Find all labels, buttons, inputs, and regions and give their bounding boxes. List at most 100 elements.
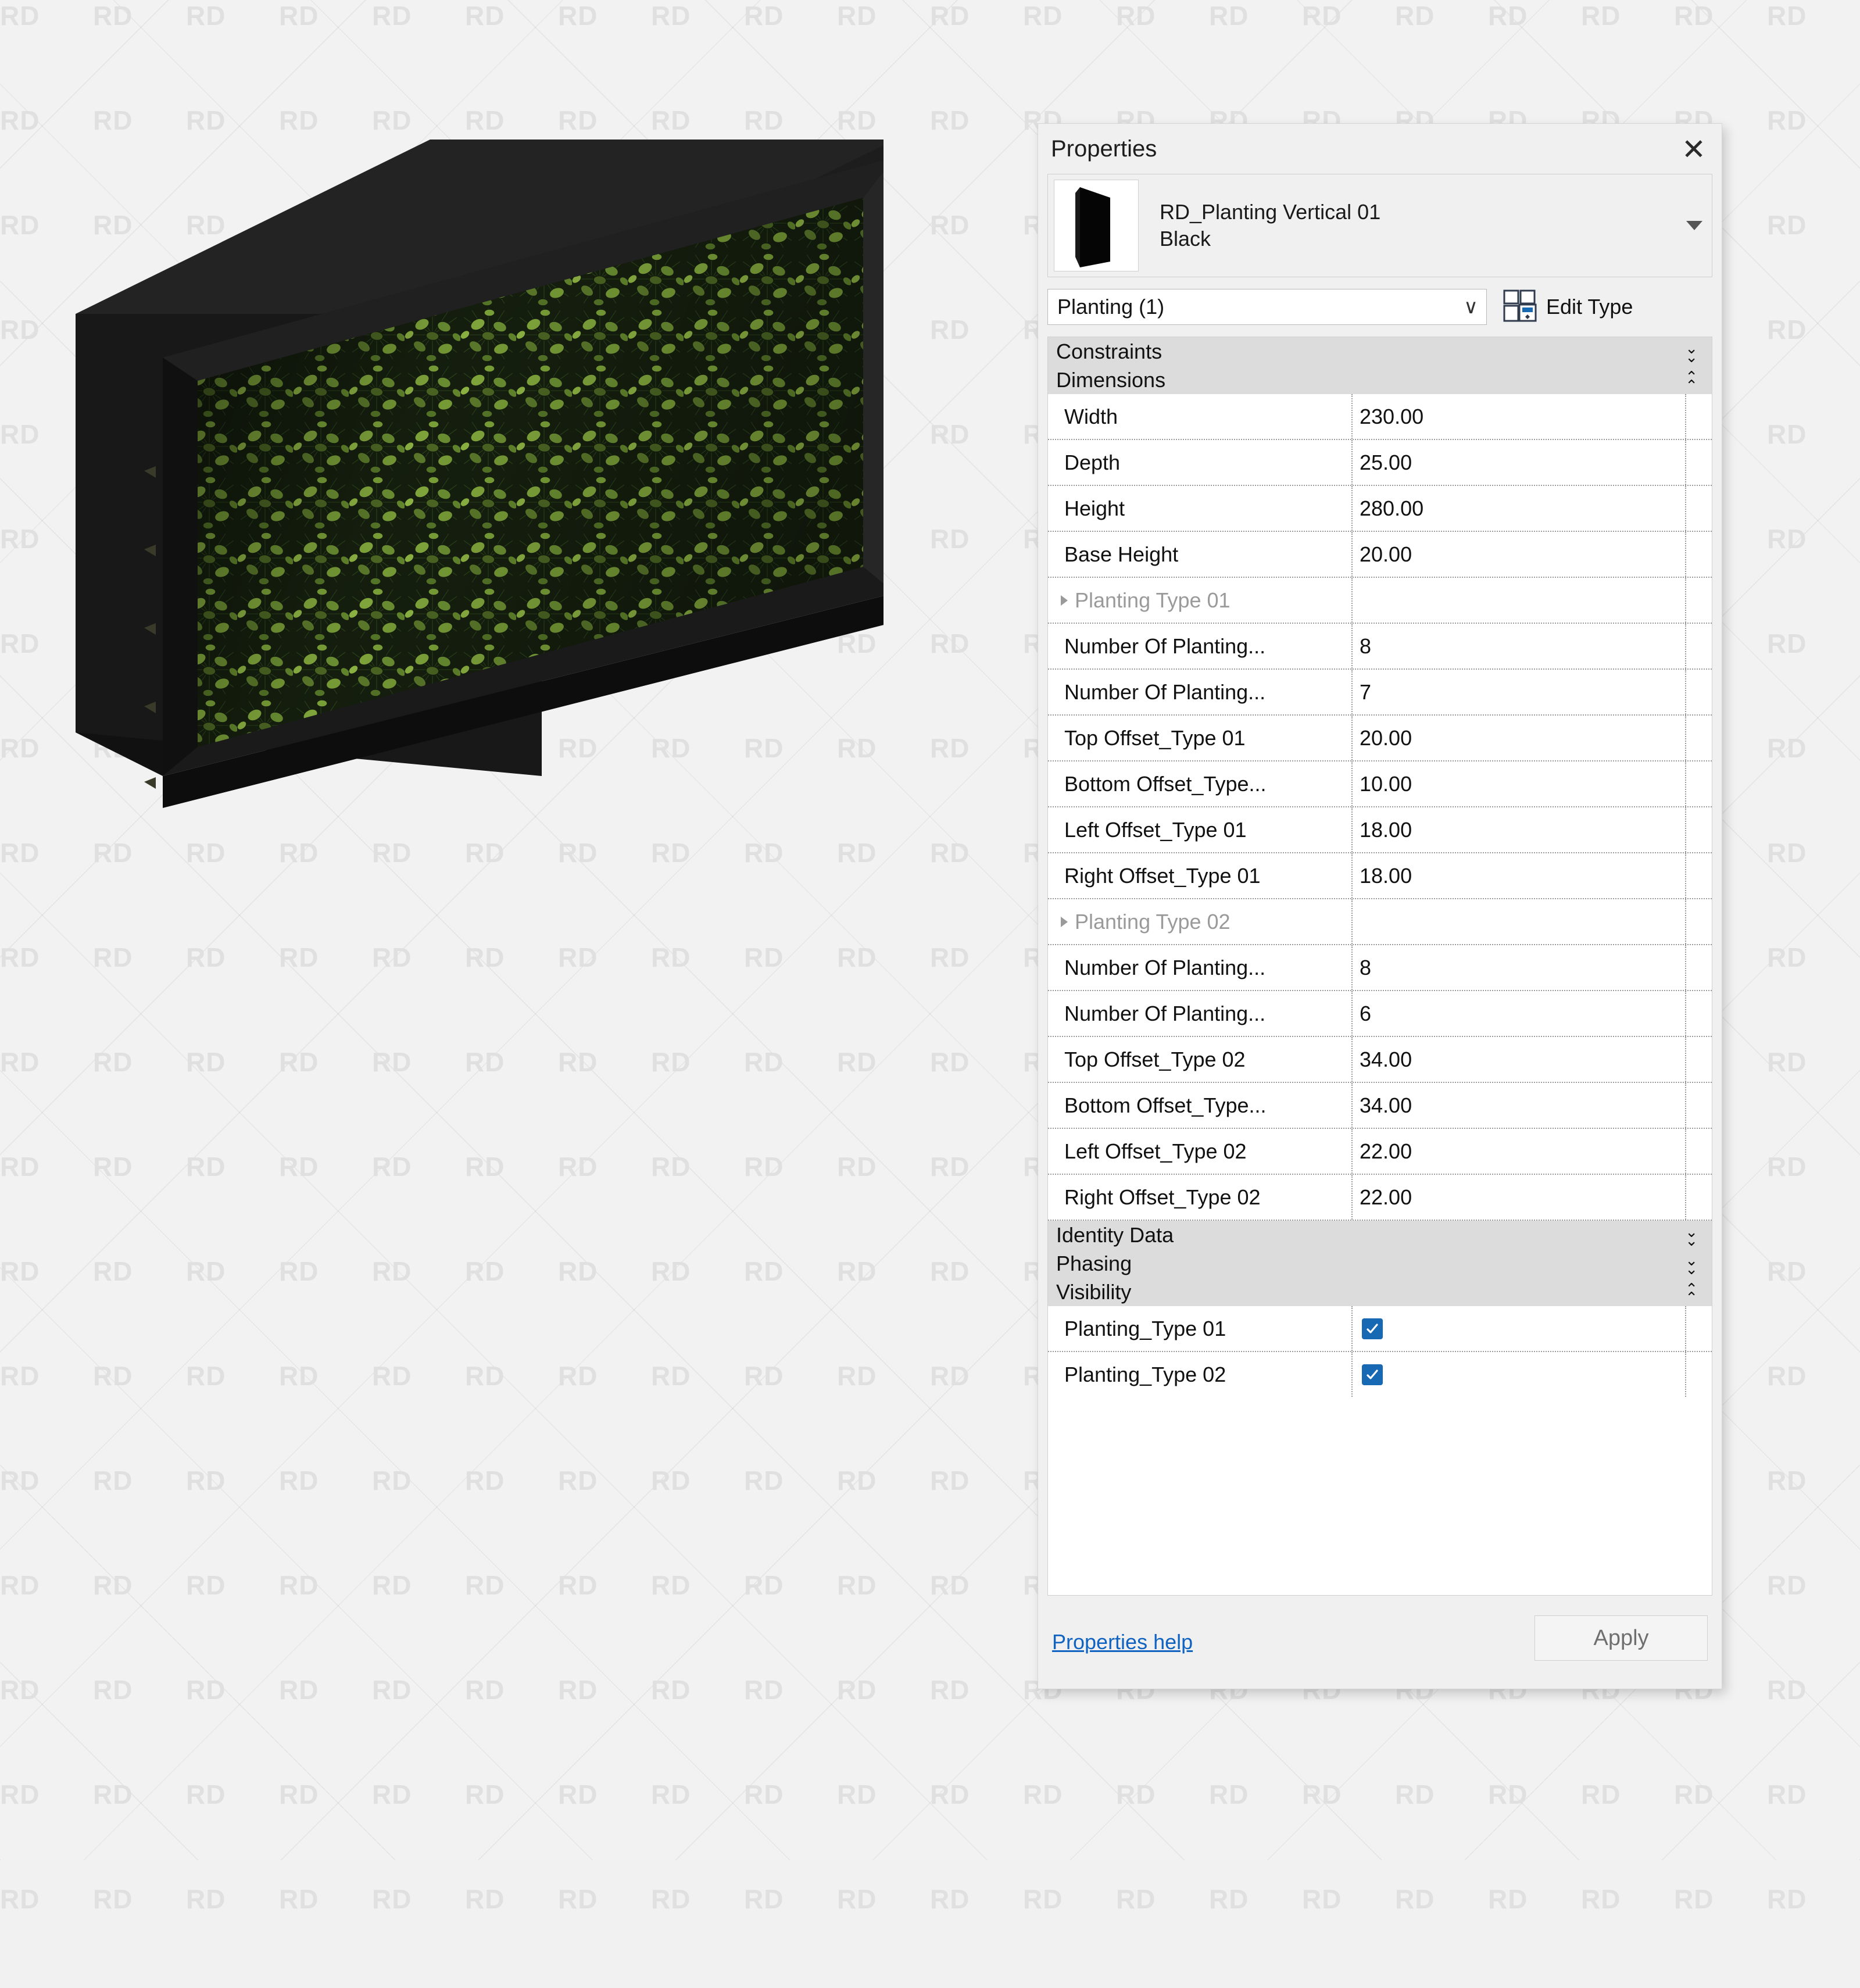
watermark-tile: RD [558, 838, 598, 868]
chevron-down-icon[interactable]: ⌄ ⌄ [1685, 1224, 1698, 1248]
property-value-cell[interactable] [1353, 1352, 1686, 1397]
watermark-tile: RD [930, 419, 970, 449]
property-value-cell[interactable]: 8 [1353, 624, 1686, 668]
property-value-cell[interactable]: 34.00 [1353, 1083, 1686, 1128]
table-row[interactable]: Base Height 20.00 [1048, 532, 1712, 578]
chevron-down-icon[interactable]: ⌄ ⌄ [1685, 1253, 1698, 1277]
property-value-cell[interactable]: 8 [1353, 945, 1686, 990]
property-value-cell[interactable]: 10.00 [1353, 761, 1686, 806]
watermark-tile: RD [930, 314, 970, 345]
watermark-tile: RD [0, 1152, 40, 1182]
edit-type-button[interactable]: Edit Type [1503, 289, 1633, 325]
property-value-cell[interactable]: 230.00 [1353, 394, 1686, 439]
property-label: Depth [1064, 450, 1121, 474]
watermark-tile: RD [372, 1675, 412, 1705]
property-label: Number Of Planting... [1064, 955, 1266, 979]
property-name-cell: Base Height [1048, 532, 1353, 577]
property-extra-cell [1686, 1083, 1712, 1128]
watermark-tile: RD [930, 942, 970, 972]
group-header-constraints[interactable]: Constraints ⌄ ⌄ [1048, 337, 1712, 366]
property-value: 18.00 [1360, 863, 1412, 888]
watermark-tile: RD [1488, 1884, 1528, 1914]
property-value-cell[interactable]: 25.00 [1353, 440, 1686, 485]
table-row[interactable]: Top Offset_Type 01 20.00 [1048, 716, 1712, 761]
property-label: Right Offset_Type 01 [1064, 863, 1261, 888]
property-value-cell[interactable]: 22.00 [1353, 1129, 1686, 1174]
table-row[interactable]: Planting_Type 01 [1048, 1306, 1712, 1352]
property-value-cell[interactable]: 6 [1353, 991, 1686, 1036]
checkbox-checked[interactable] [1362, 1364, 1383, 1385]
watermark-tile: RD [837, 1361, 877, 1391]
group-header-identity-data[interactable]: Identity Data ⌄ ⌄ [1048, 1221, 1712, 1249]
type-names: RD_Planting Vertical 01 Black [1160, 199, 1380, 252]
table-row[interactable]: Planting Type 02 [1048, 899, 1712, 945]
table-row[interactable]: Top Offset_Type 02 34.00 [1048, 1037, 1712, 1083]
watermark-tile: RD [558, 1465, 598, 1496]
watermark-tile: RD [0, 942, 40, 972]
table-row[interactable]: Right Offset_Type 01 18.00 [1048, 853, 1712, 899]
property-name-cell: Bottom Offset_Type... [1048, 761, 1353, 806]
expand-triangle-icon[interactable] [1061, 595, 1068, 606]
property-value-cell[interactable]: 280.00 [1353, 486, 1686, 531]
type-selector-header[interactable]: RD_Planting Vertical 01 Black [1047, 174, 1712, 277]
table-row[interactable]: Number Of Planting... 8 [1048, 624, 1712, 670]
watermark-tile: RD [186, 1779, 226, 1810]
watermark-tile: RD [186, 1570, 226, 1600]
property-value-cell[interactable] [1353, 1306, 1686, 1351]
watermark-tile: RD [930, 210, 970, 240]
watermark-tile: RD [837, 1152, 877, 1182]
table-row[interactable]: Number Of Planting... 7 [1048, 670, 1712, 716]
table-row[interactable]: Number Of Planting... 6 [1048, 991, 1712, 1037]
table-row[interactable]: Planting_Type 02 [1048, 1352, 1712, 1397]
properties-palette[interactable]: Properties ✕ RD_Planting Vertical 01 Bla… [1038, 123, 1722, 1689]
property-value-cell[interactable]: 20.00 [1353, 716, 1686, 760]
chevron-up-icon[interactable]: ⌃ ⌃ [1685, 1281, 1698, 1305]
watermark-tile: RD [1302, 1675, 1342, 1705]
watermark-tile: RD [837, 1, 877, 31]
table-row[interactable]: Left Offset_Type 01 18.00 [1048, 807, 1712, 853]
table-row[interactable]: Number Of Planting... 8 [1048, 945, 1712, 991]
group-header-label: Visibility [1056, 1279, 1132, 1304]
checkbox-checked[interactable] [1362, 1318, 1383, 1339]
property-value-cell[interactable] [1353, 578, 1686, 623]
palette-footer: Properties help Apply [1038, 1596, 1722, 1689]
property-extra-cell [1686, 853, 1712, 898]
group-header-phasing[interactable]: Phasing ⌄ ⌄ [1048, 1249, 1712, 1278]
table-row[interactable]: Planting Type 01 [1048, 578, 1712, 624]
properties-grid[interactable]: Constraints ⌄ ⌄ Dimensions ⌃ ⌃ Width 230.00 Dept… [1047, 337, 1712, 1596]
table-row[interactable]: Depth 25.00 [1048, 440, 1712, 486]
property-extra-cell [1686, 1352, 1712, 1397]
expand-triangle-icon[interactable] [1061, 916, 1068, 927]
apply-button[interactable]: Apply [1535, 1615, 1708, 1661]
watermark-tile: RD [279, 1152, 319, 1182]
property-value-cell[interactable]: 18.00 [1353, 807, 1686, 852]
properties-help-link[interactable]: Properties help [1052, 1630, 1193, 1654]
property-value-cell[interactable] [1353, 899, 1686, 944]
property-value-cell[interactable]: 7 [1353, 670, 1686, 714]
watermark-tile: RD [1023, 1779, 1063, 1810]
table-row[interactable]: Right Offset_Type 02 22.00 [1048, 1175, 1712, 1221]
property-value-cell[interactable]: 18.00 [1353, 853, 1686, 898]
watermark-tile: RD [930, 1, 970, 31]
property-value-cell[interactable]: 20.00 [1353, 532, 1686, 577]
table-row[interactable]: Left Offset_Type 02 22.00 [1048, 1129, 1712, 1175]
table-row[interactable]: Width 230.00 [1048, 394, 1712, 440]
table-row[interactable]: Height 280.00 [1048, 486, 1712, 532]
category-combo-box[interactable]: Planting (1) ∨ [1047, 289, 1487, 325]
watermark-tile: RD [1674, 1884, 1714, 1914]
watermark-tile: RD [1767, 1779, 1807, 1810]
table-row[interactable]: Bottom Offset_Type... 34.00 [1048, 1083, 1712, 1129]
property-value-cell[interactable]: 34.00 [1353, 1037, 1686, 1082]
watermark-tile: RD [930, 1256, 970, 1286]
chevron-up-icon[interactable]: ⌃ ⌃ [1685, 369, 1698, 393]
watermark-tile: RD [1395, 1675, 1435, 1705]
watermark-tile: RD [186, 1884, 226, 1914]
group-header-label: Phasing [1056, 1251, 1132, 1275]
close-icon[interactable]: ✕ [1679, 134, 1709, 165]
chevron-down-icon[interactable]: ⌄ ⌄ [1685, 341, 1698, 364]
group-header-dimensions[interactable]: Dimensions ⌃ ⌃ [1048, 366, 1712, 394]
property-value-cell[interactable]: 22.00 [1353, 1175, 1686, 1220]
chevron-down-icon[interactable] [1686, 221, 1702, 230]
table-row[interactable]: Bottom Offset_Type... 10.00 [1048, 761, 1712, 807]
group-header-visibility[interactable]: Visibility ⌃ ⌃ [1048, 1278, 1712, 1306]
